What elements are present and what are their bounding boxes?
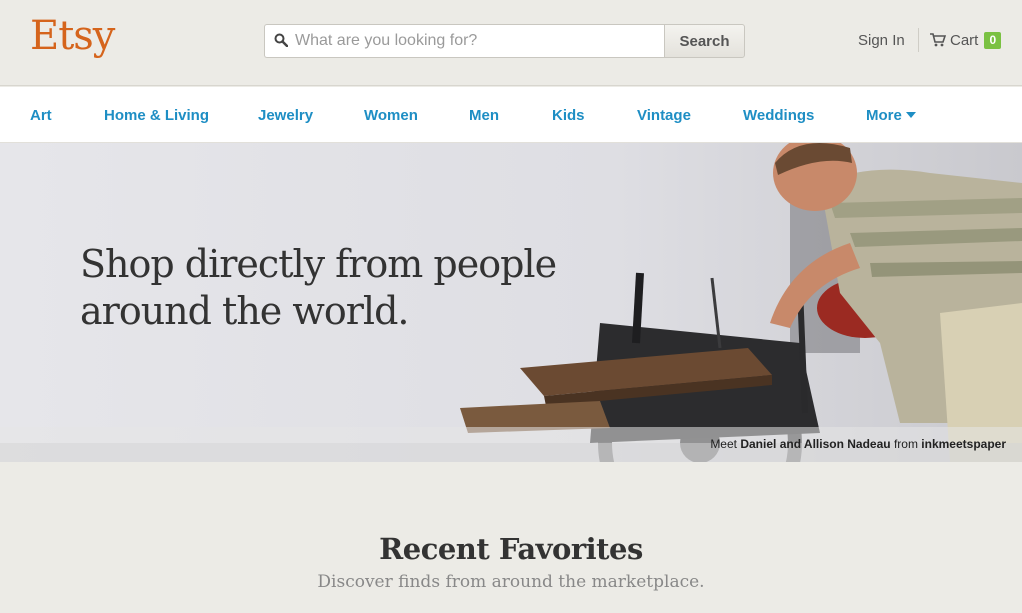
nav-item-more[interactable]: More bbox=[866, 107, 916, 124]
nav-item-jewelry[interactable]: Jewelry bbox=[258, 107, 313, 124]
nav-item-women[interactable]: Women bbox=[364, 107, 418, 124]
hero-title-line-1: Shop directly from people bbox=[80, 242, 557, 286]
caption-seller-names[interactable]: Daniel and Allison Nadeau bbox=[740, 437, 890, 451]
caption-prefix: Meet bbox=[710, 437, 737, 451]
search-input[interactable] bbox=[264, 24, 666, 58]
hero-banner[interactable]: Shop directly from people around the wor… bbox=[0, 143, 1022, 462]
search-bar: Search bbox=[264, 24, 745, 58]
site-header: Etsy Search Sign In Cart 0 bbox=[0, 0, 1022, 86]
recent-favorites-subtitle: Discover finds from around the marketpla… bbox=[317, 572, 705, 592]
nav-item-men[interactable]: Men bbox=[469, 107, 499, 124]
nav-item-kids[interactable]: Kids bbox=[552, 107, 585, 124]
hero-caption: Meet Daniel and Allison Nadeau from inkm… bbox=[710, 437, 1006, 451]
nav-item-weddings[interactable]: Weddings bbox=[743, 107, 814, 124]
caption-from: from bbox=[893, 437, 918, 451]
recent-favorites-title: Recent Favorites bbox=[379, 532, 643, 566]
caption-shop-name[interactable]: inkmeetspaper bbox=[921, 437, 1006, 451]
cart-link[interactable]: Cart 0 bbox=[930, 30, 1002, 50]
caret-down-icon bbox=[905, 112, 916, 118]
cart-count-badge: 0 bbox=[984, 31, 1002, 49]
nav-item-vintage[interactable]: Vintage bbox=[637, 107, 691, 124]
cart-label: Cart bbox=[950, 31, 979, 49]
etsy-logo[interactable]: Etsy bbox=[30, 13, 115, 59]
nav-item-home-living[interactable]: Home & Living bbox=[104, 107, 209, 124]
cart-icon bbox=[930, 33, 946, 47]
nav-item-art[interactable]: Art bbox=[30, 107, 52, 124]
hero-title: Shop directly from people around the wor… bbox=[80, 241, 600, 335]
search-icon bbox=[274, 33, 288, 47]
search-button[interactable]: Search bbox=[664, 24, 745, 58]
nav-more-label: More bbox=[866, 107, 902, 124]
header-divider bbox=[918, 28, 919, 52]
category-nav: Art Home & Living Jewelry Women Men Kids… bbox=[0, 87, 1022, 143]
sign-in-link[interactable]: Sign In bbox=[858, 32, 905, 49]
hero-title-line-2: around the world. bbox=[80, 289, 410, 333]
